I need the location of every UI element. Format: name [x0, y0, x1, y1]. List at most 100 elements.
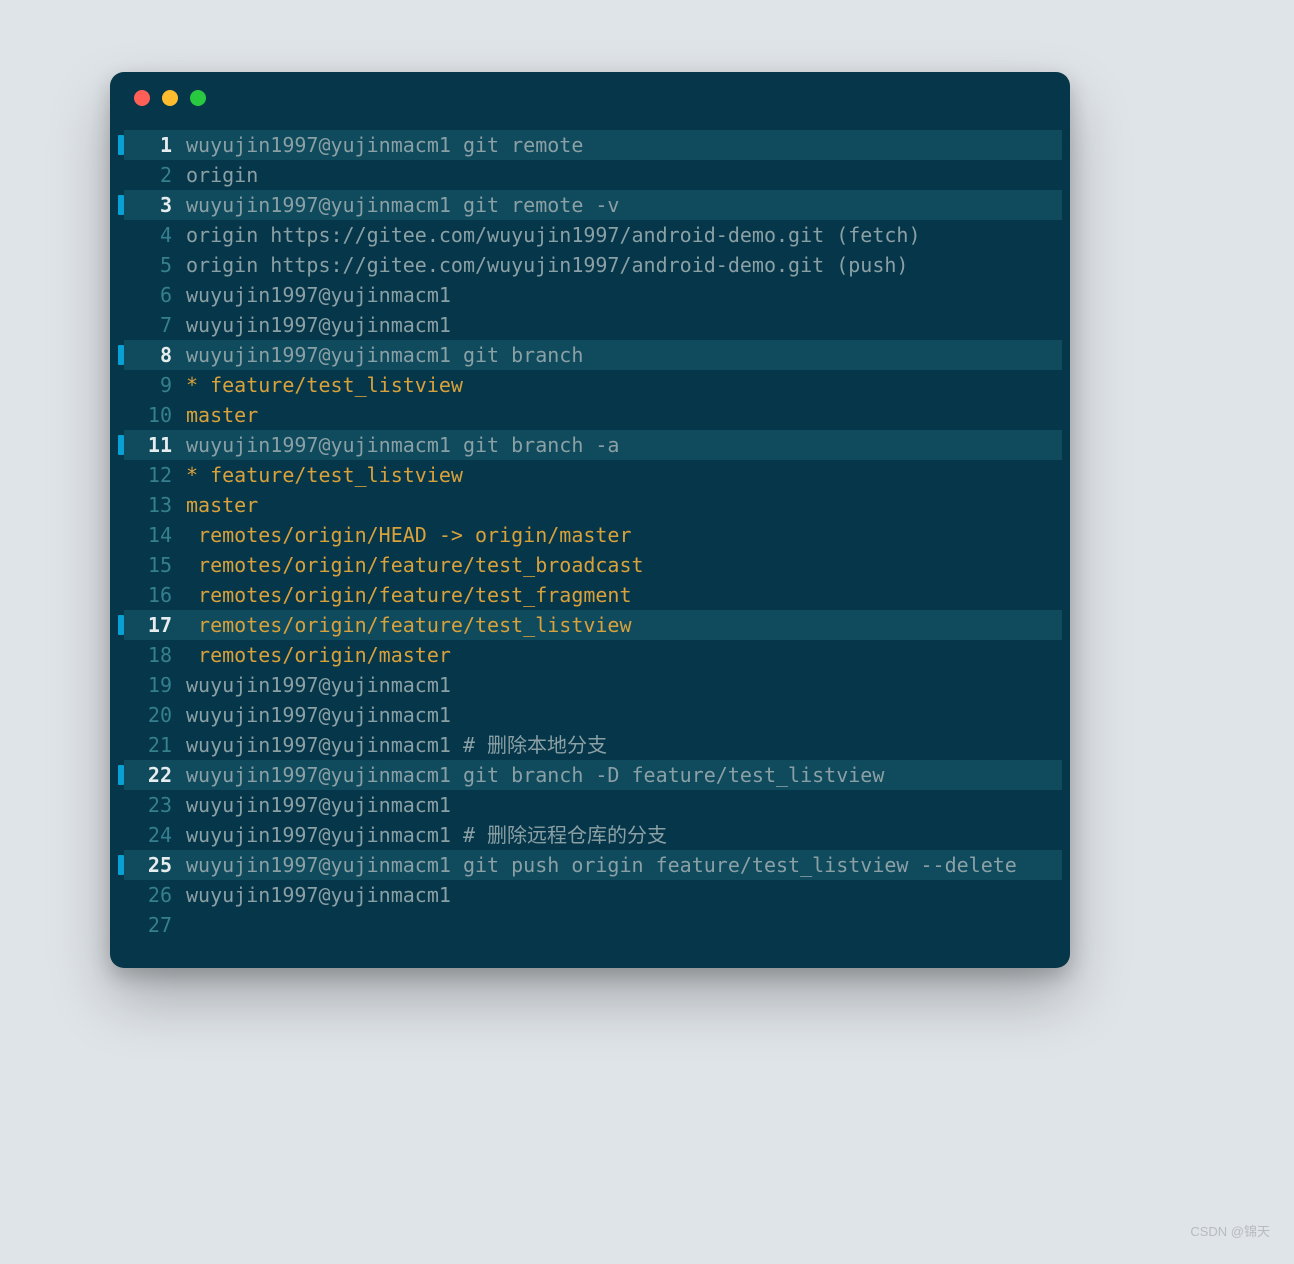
code-line[interactable]: 6wuyujin1997@yujinmacm1	[118, 280, 1062, 310]
code-line[interactable]: 23wuyujin1997@yujinmacm1	[118, 790, 1062, 820]
close-icon[interactable]	[134, 90, 150, 106]
line-content: wuyujin1997@yujinmacm1 git remote	[172, 130, 1062, 160]
line-content: wuyujin1997@yujinmacm1	[172, 880, 1062, 910]
line-number: 18	[124, 640, 172, 670]
line-content: remotes/origin/feature/test_fragment	[172, 580, 1062, 610]
code-token: * feature/test_listview	[186, 370, 463, 400]
code-line[interactable]: 19 wuyujin1997@yujinmacm1	[118, 670, 1062, 700]
line-number: 15	[124, 550, 172, 580]
line-number: 27	[124, 910, 172, 940]
line-number: 19	[124, 670, 172, 700]
line-number: 8	[124, 340, 172, 370]
code-line[interactable]: 13 master	[118, 490, 1062, 520]
line-number: 21	[124, 730, 172, 760]
code-token: wuyujin1997@yujinmacm1 # 删除本地分支	[186, 730, 607, 760]
line-content: wuyujin1997@yujinmacm1 git branch -a	[172, 430, 1062, 460]
code-token: remotes/origin/feature/test_broadcast	[186, 550, 644, 580]
line-number: 23	[124, 790, 172, 820]
line-number: 7	[124, 310, 172, 340]
code-line[interactable]: 11wuyujin1997@yujinmacm1 git branch -a	[118, 430, 1062, 460]
line-number: 3	[124, 190, 172, 220]
line-content: wuyujin1997@yujinmacm1 git push origin f…	[172, 850, 1062, 880]
code-line[interactable]: 2 origin	[118, 160, 1062, 190]
code-token: master	[186, 490, 258, 520]
line-number: 6	[124, 280, 172, 310]
code-line[interactable]: 3wuyujin1997@yujinmacm1 git remote -v	[118, 190, 1062, 220]
code-token: wuyujin1997@yujinmacm1 git branch	[186, 340, 583, 370]
code-line[interactable]: 22wuyujin1997@yujinmacm1 git branch -D f…	[118, 760, 1062, 790]
code-token: remotes/origin/feature/test_listview	[186, 610, 632, 640]
code-token: wuyujin1997@yujinmacm1 git remote	[186, 130, 583, 160]
code-token: remotes/origin/feature/test_fragment	[186, 580, 632, 610]
code-token: master	[186, 400, 258, 430]
code-line[interactable]: 10 master	[118, 400, 1062, 430]
line-content: wuyujin1997@yujinmacm1	[172, 280, 1062, 310]
line-content: remotes/origin/HEAD -> origin/master	[172, 520, 1062, 550]
code-line[interactable]: 15 remotes/origin/feature/test_broadcast	[118, 550, 1062, 580]
line-content	[172, 910, 1062, 940]
code-line[interactable]: 4 origin https://gitee.com/wuyujin1997/an…	[118, 220, 1062, 250]
code-line[interactable]: 17 remotes/origin/feature/test_listview	[118, 610, 1062, 640]
code-line[interactable]: 7 wuyujin1997@yujinmacm1	[118, 310, 1062, 340]
line-content: remotes/origin/master	[172, 640, 1062, 670]
line-content: remotes/origin/feature/test_listview	[172, 610, 1062, 640]
code-line[interactable]: 5 origin https://gitee.com/wuyujin1997/an…	[118, 250, 1062, 280]
line-content: wuyujin1997@yujinmacm1 # 删除远程仓库的分支	[172, 820, 1062, 850]
line-content: origin	[172, 160, 1062, 190]
line-number: 12	[124, 460, 172, 490]
watermark-label: CSDN @锦天	[1190, 1221, 1270, 1240]
line-content: wuyujin1997@yujinmacm1 git branch	[172, 340, 1062, 370]
code-token: remotes/origin/master	[186, 640, 451, 670]
code-line[interactable]: 26 wuyujin1997@yujinmacm1	[118, 880, 1062, 910]
line-number: 5	[124, 250, 172, 280]
line-content: wuyujin1997@yujinmacm1	[172, 700, 1062, 730]
line-number: 20	[124, 700, 172, 730]
line-number: 13	[124, 490, 172, 520]
code-line[interactable]: 18 remotes/origin/master	[118, 640, 1062, 670]
code-token: origin https://gitee.com/wuyujin1997/and…	[186, 220, 921, 250]
code-line[interactable]: 12 * feature/test_listview	[118, 460, 1062, 490]
line-number: 9	[124, 370, 172, 400]
code-line[interactable]: 27	[118, 910, 1062, 940]
line-content: remotes/origin/feature/test_broadcast	[172, 550, 1062, 580]
code-token: wuyujin1997@yujinmacm1 # 删除远程仓库的分支	[186, 820, 667, 850]
window-titlebar	[110, 72, 1070, 124]
code-line[interactable]: 25 wuyujin1997@yujinmacm1 git push origin…	[118, 850, 1062, 880]
line-number: 10	[124, 400, 172, 430]
line-number: 25	[124, 850, 172, 880]
code-token: wuyujin1997@yujinmacm1	[186, 310, 451, 340]
line-content: * feature/test_listview	[172, 460, 1062, 490]
code-line[interactable]: 21 wuyujin1997@yujinmacm1 # 删除本地分支	[118, 730, 1062, 760]
line-number: 14	[124, 520, 172, 550]
code-line[interactable]: 8 wuyujin1997@yujinmacm1 git branch	[118, 340, 1062, 370]
line-number: 2	[124, 160, 172, 190]
line-number: 26	[124, 880, 172, 910]
code-editor[interactable]: 1wuyujin1997@yujinmacm1 git remote2 origi…	[110, 124, 1070, 968]
code-line[interactable]: 16 remotes/origin/feature/test_fragment	[118, 580, 1062, 610]
code-line[interactable]: 14 remotes/origin/HEAD -> origin/master	[118, 520, 1062, 550]
code-token: wuyujin1997@yujinmacm1	[186, 700, 451, 730]
line-content: master	[172, 490, 1062, 520]
line-content: wuyujin1997@yujinmacm1	[172, 790, 1062, 820]
line-content: origin https://gitee.com/wuyujin1997/and…	[172, 220, 1062, 250]
line-content: origin https://gitee.com/wuyujin1997/and…	[172, 250, 1062, 280]
code-token: wuyujin1997@yujinmacm1 git push origin f…	[186, 850, 1017, 880]
code-token: origin https://gitee.com/wuyujin1997/and…	[186, 250, 908, 280]
line-content: wuyujin1997@yujinmacm1	[172, 670, 1062, 700]
code-line[interactable]: 20 wuyujin1997@yujinmacm1	[118, 700, 1062, 730]
code-line[interactable]: 24 wuyujin1997@yujinmacm1 # 删除远程仓库的分支	[118, 820, 1062, 850]
minimize-icon[interactable]	[162, 90, 178, 106]
line-content: master	[172, 400, 1062, 430]
code-token: * feature/test_listview	[186, 460, 463, 490]
code-token: origin	[186, 160, 258, 190]
code-line[interactable]: 9 * feature/test_listview	[118, 370, 1062, 400]
line-number: 4	[124, 220, 172, 250]
code-token: wuyujin1997@yujinmacm1 git branch -D fea…	[186, 760, 884, 790]
line-content: wuyujin1997@yujinmacm1 git remote -v	[172, 190, 1062, 220]
line-number: 24	[124, 820, 172, 850]
zoom-icon[interactable]	[190, 90, 206, 106]
code-token: wuyujin1997@yujinmacm1	[186, 670, 451, 700]
code-token: wuyujin1997@yujinmacm1	[186, 880, 451, 910]
line-content: * feature/test_listview	[172, 370, 1062, 400]
code-line[interactable]: 1wuyujin1997@yujinmacm1 git remote	[118, 130, 1062, 160]
